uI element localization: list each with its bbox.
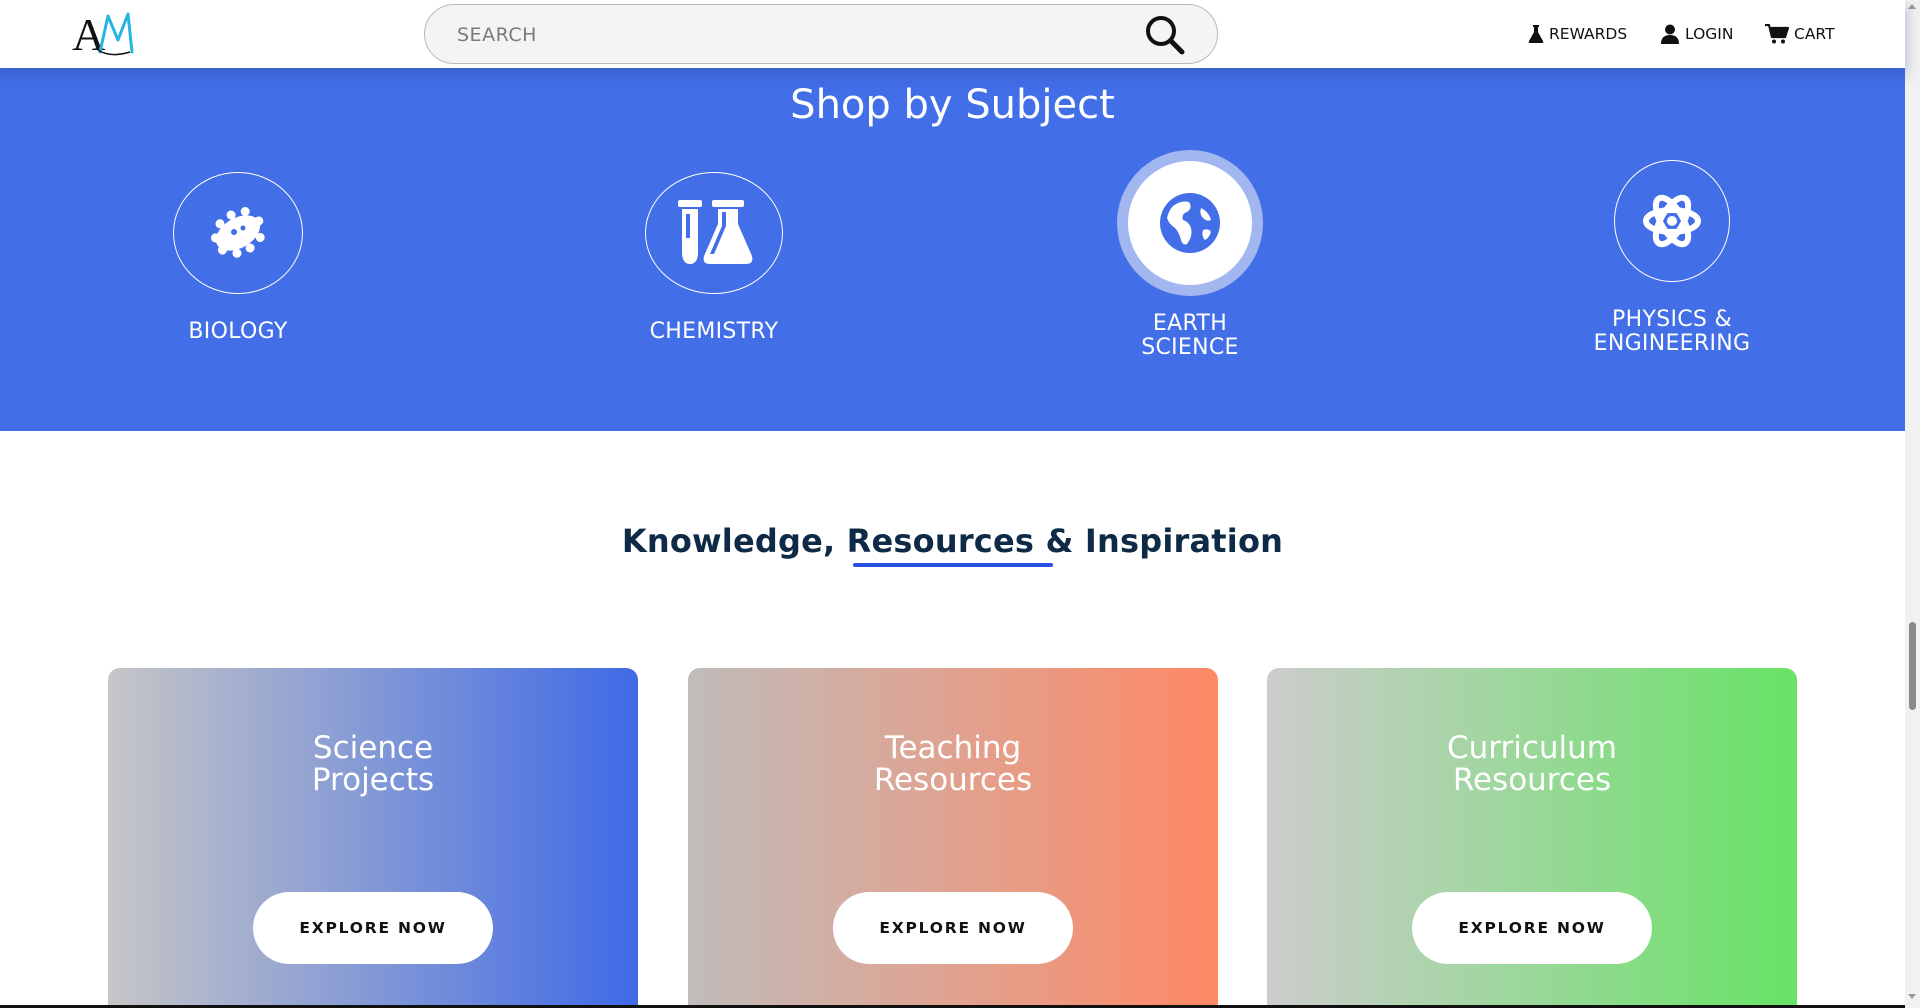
scroll-up-arrow-icon[interactable] [1908,4,1916,9]
section-title: Shop by Subject [790,82,1115,128]
rewards-label: REWARDS [1549,25,1628,43]
scrollbar-thumb[interactable] [1909,622,1916,710]
flask-icon [678,200,753,264]
card-title-line: Resources [1452,762,1612,798]
subject-label: PHYSICS & ENGINEERING [1594,308,1751,356]
subject-icon-circle [645,172,783,294]
cart-label: CART [1794,25,1835,43]
search-button[interactable] [1141,11,1189,59]
card-title-line: Resources [873,762,1033,798]
subject-earth-science[interactable]: EARTH SCIENCE [1082,150,1298,360]
subject-label-line: SCIENCE [1141,335,1239,360]
subject-physics-engineering[interactable]: PHYSICS & ENGINEERING [1560,160,1784,356]
card-science-projects: Science Projects EXPLORE NOW [108,668,638,1008]
subject-chemistry[interactable]: CHEMISTRY [606,172,822,344]
subject-label: CHEMISTRY [649,319,779,344]
subject-label: EARTH SCIENCE [1141,312,1239,360]
title-underline [853,563,1053,567]
search-icon [1146,16,1185,55]
knowledge-title: Knowledge, Resources & Inspiration [621,522,1284,560]
page-scrollbar[interactable] [1905,0,1920,1008]
explore-now-button[interactable]: EXPLORE NOW [1412,892,1652,964]
card-title-line: Science [312,730,434,766]
logo-mark-icon: A [72,9,134,60]
explore-now-button[interactable]: EXPLORE NOW [833,892,1073,964]
subject-icon-circle [1117,150,1263,296]
card-teaching-resources: Teaching Resources EXPLORE NOW [688,668,1218,1008]
card-title: Science Projects [108,732,638,796]
atom-icon [1643,194,1701,248]
flask-icon [1528,25,1544,43]
page: A REWARDS LOGIN [0,0,1920,1008]
search-bar [424,4,1218,64]
card-title: Curriculum Resources [1267,732,1797,796]
cart-icon [1765,24,1789,44]
card-title-line: Curriculum [1446,730,1617,766]
subject-icon-circle [1614,160,1730,282]
card-title-line: Teaching [884,730,1022,766]
cart-link[interactable]: CART [1765,20,1835,48]
shop-by-subject-section: Shop by Subject BIOLOGY CHEMISTRY EARTH … [0,68,1905,431]
explore-now-button[interactable]: EXPLORE NOW [253,892,493,964]
card-title-line: Projects [311,762,435,798]
card-title: Teaching Resources [688,732,1218,796]
subject-biology[interactable]: BIOLOGY [130,172,346,344]
login-label: LOGIN [1685,25,1734,43]
site-header: A REWARDS LOGIN [0,0,1905,68]
rewards-link[interactable]: REWARDS [1528,20,1627,48]
user-icon [1661,24,1679,44]
subject-label-line: PHYSICS & [1612,307,1732,332]
scroll-down-arrow-icon[interactable] [1908,994,1916,999]
site-logo[interactable]: A [70,6,142,60]
globe-icon [1160,193,1220,253]
subject-label-line: EARTH [1152,311,1228,336]
subject-label-line: ENGINEERING [1593,331,1751,356]
login-link[interactable]: LOGIN [1660,20,1733,48]
subject-icon-circle [173,172,303,294]
card-curriculum-resources: Curriculum Resources EXPLORE NOW [1267,668,1797,1008]
virus-icon [210,207,265,258]
subject-label: BIOLOGY [188,319,288,344]
search-input[interactable] [457,19,1097,51]
